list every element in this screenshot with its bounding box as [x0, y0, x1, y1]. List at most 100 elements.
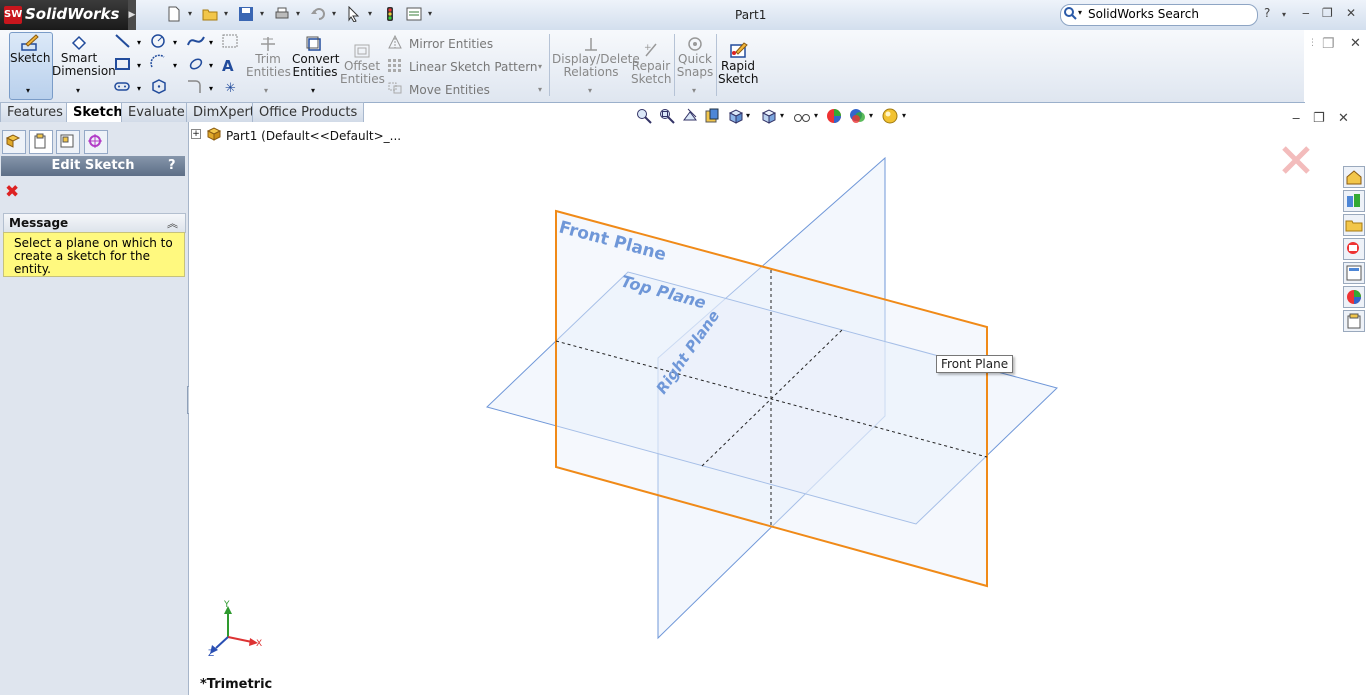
ellipse-dropdown-icon: ▾	[209, 61, 213, 70]
open-dropdown-icon[interactable]: ▾	[224, 9, 228, 18]
sketch-entities-grid[interactable]: ▾ ▾ ▾ ▾ ▾ ▾ A ▾ ▾ ✳	[112, 33, 242, 95]
cancel-icon[interactable]: ✖	[5, 182, 19, 202]
relations-dropdown-icon[interactable]: ▾	[588, 86, 592, 95]
save-dropdown-icon[interactable]: ▾	[260, 9, 264, 18]
restore-window-icon[interactable]: ❐	[1322, 6, 1333, 20]
rapid-sketch-icon[interactable]	[729, 41, 749, 59]
tab-features[interactable]: Features	[0, 102, 70, 122]
quick-snaps-icon[interactable]	[686, 36, 704, 52]
close-document-icon[interactable]: ✕	[1350, 36, 1361, 51]
mirror-entities-label[interactable]: Mirror Entities	[409, 37, 493, 51]
message-section-header[interactable]: Message	[3, 213, 186, 233]
triad-z-label: Z	[208, 649, 214, 659]
help-button[interactable]: ?	[1264, 6, 1270, 20]
convert-entities-icon[interactable]	[306, 36, 324, 52]
triad-y-label: Y	[223, 600, 230, 610]
tab-office-products[interactable]: Office Products	[252, 102, 365, 122]
mirror-entities-icon[interactable]	[387, 35, 403, 49]
hover-tooltip: Front Plane	[936, 355, 1014, 373]
coordinate-triad-icon	[210, 606, 258, 654]
display-delete-relations-icon[interactable]	[582, 36, 600, 52]
hide-show-dropdown-icon[interactable]: ▾	[814, 111, 818, 120]
select-dropdown-icon[interactable]: ▾	[368, 9, 372, 18]
undo-icon[interactable]	[310, 6, 326, 22]
ribbon-separator	[716, 34, 717, 96]
smart-dimension-icon[interactable]	[70, 35, 88, 51]
undo-dropdown-icon[interactable]: ▾	[332, 9, 336, 18]
arc-dropdown-icon: ▾	[173, 61, 177, 70]
fillet-dropdown-icon: ▾	[209, 84, 213, 93]
ellipse-tool-icon	[189, 58, 203, 70]
quick-snaps-label-line2[interactable]: Snaps	[676, 66, 714, 79]
print-icon[interactable]	[274, 6, 290, 22]
tab-dimxpert[interactable]: DimXpert	[186, 102, 262, 122]
menu-expand-arrow-icon[interactable]: ▶	[128, 0, 136, 30]
quick-snaps-dropdown-icon[interactable]: ▾	[692, 86, 696, 95]
smart-dimension-label-line2[interactable]: Dimension	[52, 65, 116, 78]
trim-entities-label-line2[interactable]: Entities	[246, 66, 291, 79]
search-placeholder-text: SolidWorks Search	[1088, 7, 1199, 21]
sketch-label: Sketch	[10, 51, 51, 65]
rectangle-dropdown-icon: ▾	[137, 61, 141, 70]
dimxpert-manager-icon	[88, 134, 102, 148]
search-scope-dropdown-icon[interactable]: ▾	[1078, 8, 1082, 17]
message-line-2: create a sketch for the entity.	[14, 249, 150, 276]
options-icon[interactable]	[406, 6, 422, 22]
options-dropdown-icon[interactable]: ▾	[428, 9, 432, 18]
fillet-tool-icon	[188, 80, 201, 93]
message-header-label: Message	[9, 216, 69, 230]
document-title: Part1	[735, 8, 767, 22]
view-orientation-dropdown-icon[interactable]: ▾	[746, 111, 750, 120]
close-window-icon[interactable]: ✕	[1346, 6, 1356, 20]
search-icon[interactable]	[1063, 6, 1077, 20]
new-document-icon[interactable]	[166, 6, 182, 22]
feature-manager-icon	[5, 134, 21, 148]
open-folder-icon[interactable]	[202, 6, 218, 22]
move-entities-icon[interactable]	[387, 81, 403, 95]
svg-text:✳: ✳	[225, 81, 236, 95]
repair-sketch-label-line2[interactable]: Sketch	[631, 73, 671, 86]
document-window-icon[interactable]: ❐	[1322, 36, 1335, 52]
property-manager-help-button[interactable]: ?	[168, 158, 176, 173]
collapse-chevron-icon[interactable]: ︽	[167, 215, 178, 231]
sketch-dropdown-icon[interactable]: ▾	[26, 86, 30, 95]
linear-sketch-pattern-icon[interactable]	[387, 58, 403, 72]
new-dropdown-icon[interactable]: ▾	[188, 9, 192, 18]
property-manager-panel	[0, 122, 189, 695]
ribbon-separator	[549, 34, 550, 96]
tab-evaluate[interactable]: Evaluate	[121, 102, 192, 122]
apply-scene-dropdown-icon[interactable]: ▾	[869, 111, 873, 120]
arc-tool-icon	[150, 54, 165, 68]
sketch-fillet-grid-icon	[222, 34, 238, 48]
property-manager-icon	[34, 133, 46, 149]
ribbon-grip-icon: ⋮	[1308, 38, 1317, 48]
offset-entities-icon[interactable]	[353, 43, 371, 59]
display-style-dropdown-icon[interactable]: ▾	[780, 111, 784, 120]
rapid-sketch-label-line2[interactable]: Sketch	[718, 73, 758, 86]
select-pointer-icon[interactable]	[346, 6, 362, 22]
minimize-window-icon[interactable]: ‒	[1302, 6, 1310, 20]
linear-pattern-dropdown-icon[interactable]: ▾	[538, 62, 542, 71]
convert-entities-label-line2[interactable]: Entities	[292, 66, 338, 79]
circle-dropdown-icon: ▾	[173, 38, 177, 47]
linear-sketch-pattern-label[interactable]: Linear Sketch Pattern	[409, 60, 538, 74]
rebuild-traffic-light-icon[interactable]	[382, 6, 398, 22]
polygon-tool-icon	[152, 79, 166, 94]
offset-entities-label-line2[interactable]: Entities	[340, 73, 385, 86]
circle-tool-icon	[151, 34, 165, 48]
smart-dimension-dropdown-icon[interactable]: ▾	[76, 86, 80, 95]
line-dropdown-icon: ▾	[137, 38, 141, 47]
repair-sketch-icon[interactable]: +	[642, 42, 660, 58]
move-entities-label[interactable]: Move Entities	[409, 83, 490, 97]
save-icon[interactable]	[238, 6, 254, 22]
help-dropdown-icon[interactable]: ▾	[1282, 10, 1286, 19]
display-delete-relations-label-line2[interactable]: Relations	[552, 66, 630, 79]
trim-dropdown-icon[interactable]: ▾	[264, 86, 268, 95]
trim-entities-icon[interactable]	[259, 36, 277, 52]
solidworks-logo-text: SolidWorks	[25, 5, 120, 23]
planes-viewport[interactable]: Front Plane Top Plane Right Plane Y X Z	[189, 122, 1366, 695]
move-dropdown-icon[interactable]: ▾	[538, 85, 542, 94]
view-settings-dropdown-icon[interactable]: ▾	[902, 111, 906, 120]
convert-dropdown-icon[interactable]: ▾	[311, 86, 315, 95]
print-dropdown-icon[interactable]: ▾	[296, 9, 300, 18]
